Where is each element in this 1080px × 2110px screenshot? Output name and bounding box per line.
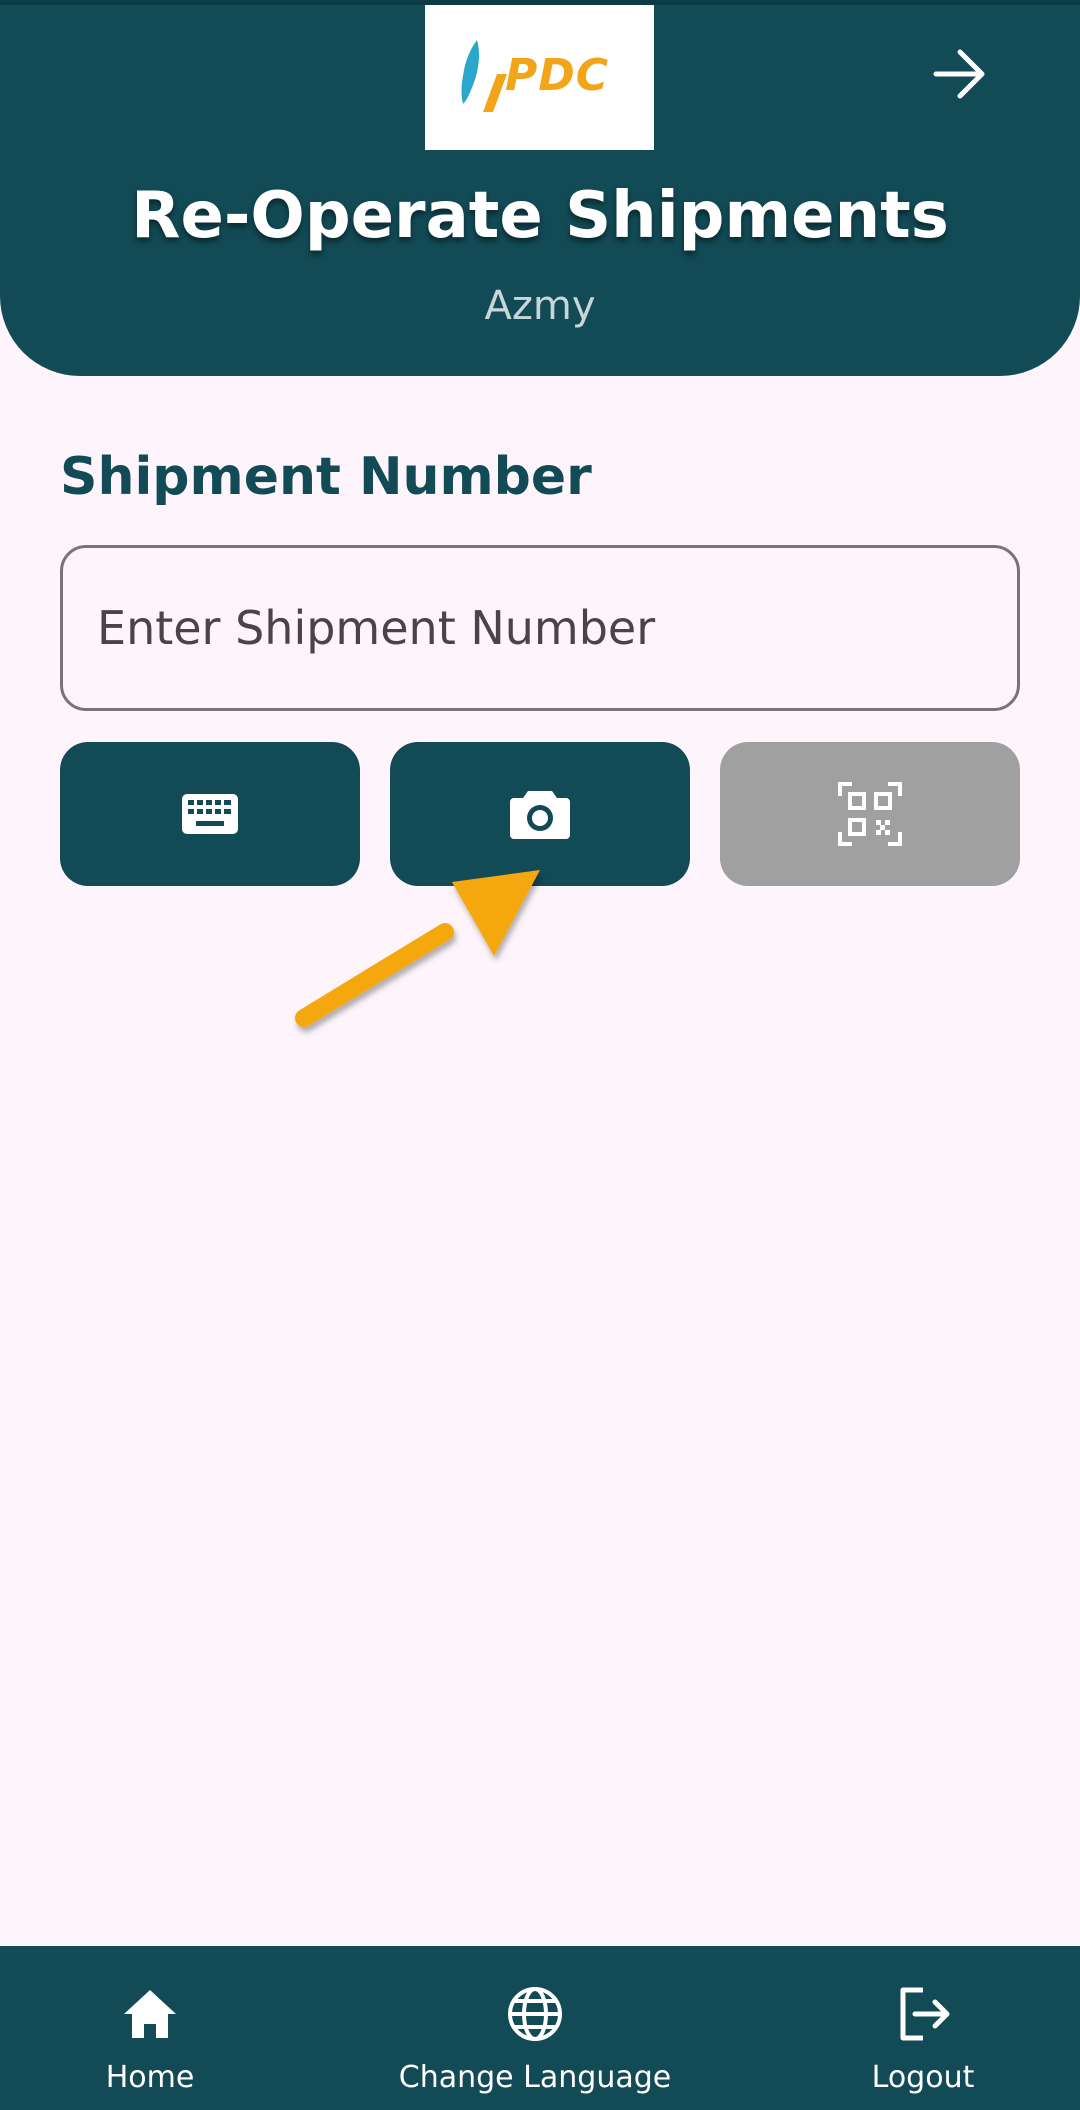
user-name: Azmy (484, 283, 596, 329)
qr-code-icon (838, 782, 902, 846)
logo-text: PDC (505, 50, 610, 101)
app-header: PDC Re-Operate Shipments Azmy (0, 0, 1080, 376)
shipment-number-label: Shipment Number (60, 447, 592, 507)
re-operate-shipments-screen: PDC Re-Operate Shipments Azmy Shipment N… (0, 0, 1080, 2110)
camera-icon (510, 791, 570, 839)
nav-home[interactable]: Home (70, 1946, 230, 2110)
bottom-navigation: Home Change Language Logout (0, 1946, 1080, 2110)
pdc-logo: PDC (425, 0, 654, 150)
nav-change-language-label: Change Language (398, 2060, 672, 2095)
page-title: Re-Operate Shipments (131, 179, 949, 253)
status-bar (0, 0, 1080, 5)
keyboard-icon (182, 794, 238, 834)
forward-arrow-button[interactable] (930, 44, 990, 104)
shipment-number-input[interactable] (60, 545, 1020, 711)
nav-logout[interactable]: Logout (843, 1946, 1003, 2110)
logout-icon (900, 1987, 950, 2041)
arrow-right-icon (933, 49, 985, 99)
globe-icon (508, 1987, 562, 2041)
nav-logout-label: Logout (871, 2060, 975, 2095)
qr-scan-button[interactable] (720, 742, 1020, 886)
nav-change-language[interactable]: Change Language (380, 1946, 690, 2110)
nav-home-label: Home (105, 2060, 195, 2095)
pointer-arrow-icon (295, 870, 540, 1027)
home-icon (124, 1990, 176, 2038)
